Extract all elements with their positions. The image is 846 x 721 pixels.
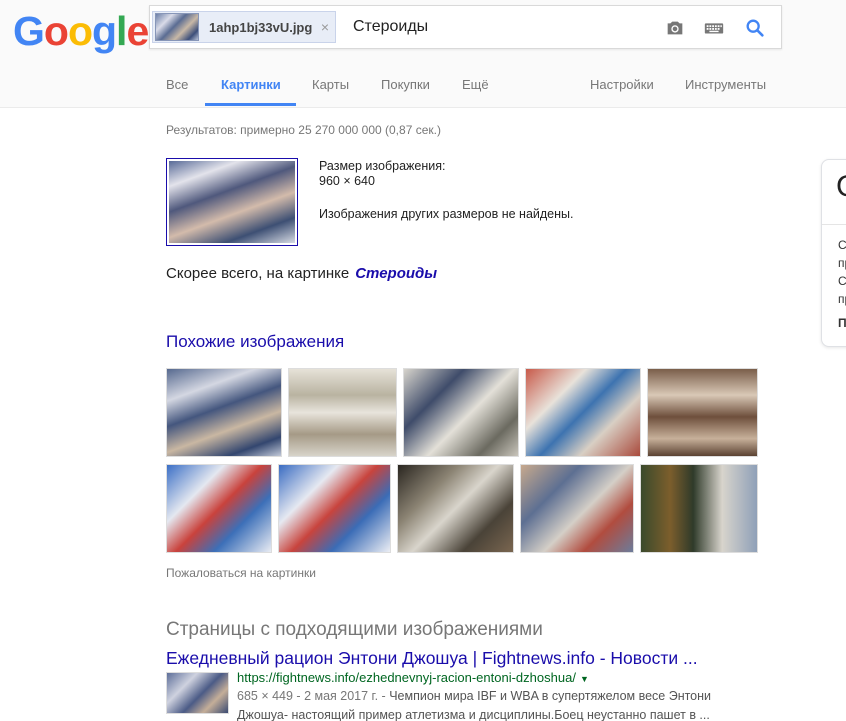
results-stats: Результатов: примерно 25 270 000 000 (0,… xyxy=(166,123,441,137)
logo-letter: G xyxy=(13,8,45,54)
logo-letter: g xyxy=(92,8,117,54)
header: Google 1ahp1bj33vU.jpg × Стероиды Все Ка… xyxy=(0,0,846,108)
close-icon[interactable]: × xyxy=(321,19,329,35)
knowledge-panel-text: С xyxy=(838,274,846,288)
active-tab-indicator xyxy=(205,103,296,106)
report-images-link[interactable]: Пожаловаться на картинки xyxy=(166,566,316,580)
search-box[interactable]: 1ahp1bj33vU.jpg × Стероиды xyxy=(149,5,782,49)
knowledge-panel: С С пр С пр П xyxy=(821,159,846,347)
keyboard-icon[interactable] xyxy=(703,17,725,39)
result-meta: 685 × 449 - 2 мая 2017 г. - xyxy=(237,689,390,703)
chip-filename: 1ahp1bj33vU.jpg xyxy=(209,19,313,35)
result-snippet-line: Джошуа- настоящий пример атлетизма и дис… xyxy=(237,708,710,721)
similar-images-title[interactable]: Похожие изображения xyxy=(166,332,344,352)
google-logo[interactable]: Google xyxy=(13,8,149,55)
result-url: https://fightnews.info/ezhednevnyj-racio… xyxy=(237,670,589,685)
result-thumbnail[interactable] xyxy=(166,672,229,714)
best-guess-link[interactable]: Стероиды xyxy=(355,265,437,282)
similar-image[interactable] xyxy=(397,464,514,553)
matching-pages-title: Страницы с подходящими изображениями xyxy=(166,619,543,640)
tab-images[interactable]: Картинки xyxy=(221,77,281,92)
logo-letter: o xyxy=(67,8,93,54)
tab-shopping[interactable]: Покупки xyxy=(381,77,430,92)
similar-image[interactable] xyxy=(403,368,519,457)
similar-image[interactable] xyxy=(520,464,634,553)
query-image-thumbnail[interactable] xyxy=(166,158,298,246)
uploaded-image-chip[interactable]: 1ahp1bj33vU.jpg × xyxy=(152,11,336,43)
similar-image[interactable] xyxy=(525,368,641,457)
knowledge-panel-bold: П xyxy=(838,316,846,330)
tab-more[interactable]: Ещё xyxy=(462,77,489,92)
search-tabs: Все Картинки Карты Покупки Ещё Настройки… xyxy=(0,70,846,108)
result-title-link[interactable]: Ежедневный рацион Энтони Джошуа | Fightn… xyxy=(166,648,698,669)
no-other-sizes-text: Изображения других размеров не найдены. xyxy=(319,207,574,221)
similar-image[interactable] xyxy=(288,368,397,457)
similar-image[interactable] xyxy=(166,368,282,457)
tab-tools[interactable]: Инструменты xyxy=(685,77,766,92)
divider xyxy=(822,224,846,225)
search-input[interactable]: Стероиды xyxy=(353,18,428,36)
knowledge-panel-text: пр xyxy=(838,292,846,306)
similar-image[interactable] xyxy=(647,368,758,457)
knowledge-panel-text: С xyxy=(838,238,846,252)
best-guess-prefix: Скорее всего, на картинке xyxy=(166,265,350,282)
result-snippet-line: Чемпион мира IBF и WBA в супертяжелом ве… xyxy=(389,689,712,703)
chevron-down-icon[interactable]: ▼ xyxy=(580,674,589,684)
image-size-info: Размер изображения: 960 × 640 xyxy=(319,159,445,189)
image-size-value: 960 × 640 xyxy=(319,174,375,188)
chip-thumbnail xyxy=(155,13,199,41)
tab-settings[interactable]: Настройки xyxy=(590,77,654,92)
best-guess: Скорее всего, на картинке Стероиды xyxy=(166,265,437,282)
result-url-text: https://fightnews.info/ezhednevnyj-racio… xyxy=(237,670,576,685)
knowledge-panel-title: С xyxy=(836,170,846,204)
tab-all[interactable]: Все xyxy=(166,77,188,92)
similar-image[interactable] xyxy=(640,464,758,553)
search-icon[interactable] xyxy=(744,17,766,39)
image-size-label: Размер изображения: xyxy=(319,159,446,173)
result-snippet: 685 × 449 - 2 мая 2017 г. - Чемпион мира… xyxy=(237,687,737,721)
knowledge-panel-text: пр xyxy=(838,256,846,270)
camera-icon[interactable] xyxy=(664,17,686,39)
similar-image[interactable] xyxy=(166,464,272,553)
logo-letter: o xyxy=(43,8,69,54)
logo-letter: l xyxy=(116,8,127,54)
similar-image[interactable] xyxy=(278,464,391,553)
query-image xyxy=(169,161,295,243)
tab-maps[interactable]: Карты xyxy=(312,77,349,92)
logo-letter: e xyxy=(126,8,149,54)
